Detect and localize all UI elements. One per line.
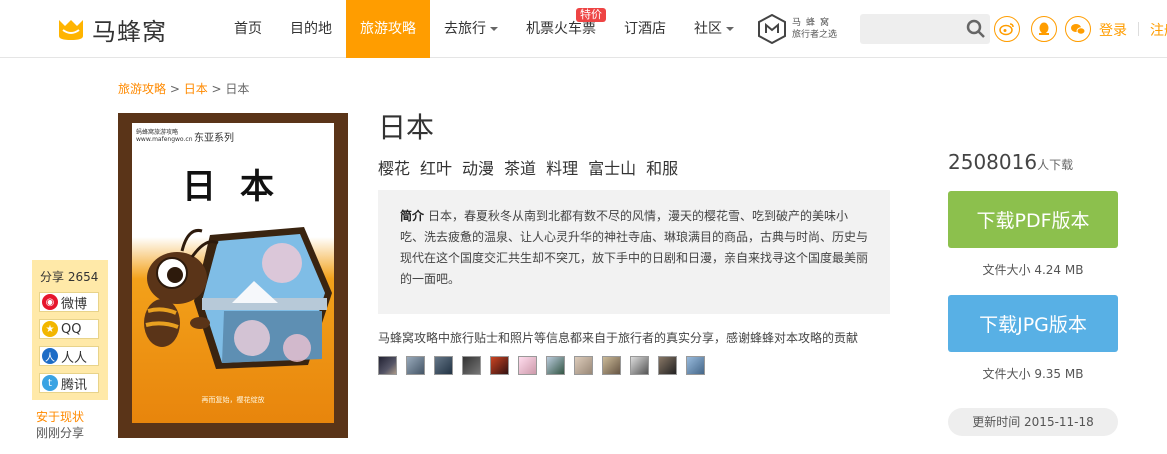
top-navigation-bar: 马蜂窝 首页 目的地 旅游攻略 去旅行 机票火车票 特价 订酒店 社区 马蜂窝 旅… — [0, 0, 1167, 58]
nav-flights-trains[interactable]: 机票火车票 特价 — [512, 0, 610, 58]
contributor-avatar[interactable] — [658, 356, 677, 375]
nav-destinations[interactable]: 目的地 — [276, 0, 346, 58]
contributor-avatar[interactable] — [686, 356, 705, 375]
weibo-icon[interactable] — [994, 16, 1020, 42]
cover-slogan: 再而复始，樱花绽放 — [201, 396, 265, 404]
login-link[interactable]: 登录 — [1099, 20, 1127, 40]
intro-text: 日本，春夏秋冬从南到北都有数不尽的风情，漫天的樱花雪、吃到破产的美味小吃、洗去疲… — [400, 209, 869, 286]
guide-tags: 樱花 红叶 动漫 茶道 料理 富士山 和服 — [378, 155, 678, 179]
share-tencent-label: 腾讯 — [61, 377, 88, 393]
share-count: 分享 2654 — [40, 270, 99, 284]
search-icon[interactable] — [966, 19, 986, 39]
download-count: 2508016人下载 — [948, 150, 1073, 174]
weibo-icon: ◉ — [42, 294, 58, 310]
breadcrumb-separator: > — [207, 82, 226, 96]
logo-text: 马蜂窝 — [92, 17, 167, 46]
breadcrumb-japan[interactable]: 日本 — [184, 82, 208, 96]
share-status-text: 刚刚分享 — [36, 426, 85, 440]
tag[interactable]: 和服 — [646, 155, 678, 179]
cover-title: 日本 — [182, 167, 298, 207]
breadcrumb: 旅游攻略 > 日本 > 日本 — [118, 80, 249, 97]
search-box — [860, 14, 990, 44]
brand-seal-line1: 马蜂窝 — [792, 18, 835, 28]
divider — [1138, 22, 1139, 36]
tag[interactable]: 茶道 — [504, 155, 536, 179]
search-input[interactable] — [860, 14, 960, 44]
contributor-avatar[interactable] — [378, 356, 397, 375]
cover-series: 东亚系列 — [194, 133, 234, 144]
tag[interactable]: 红叶 — [420, 155, 452, 179]
renren-icon: 人 — [42, 348, 58, 364]
tag[interactable]: 富士山 — [588, 155, 636, 179]
contributor-avatar[interactable] — [406, 356, 425, 375]
nav-hotels[interactable]: 订酒店 — [610, 0, 680, 58]
jpg-file-size: 文件大小 9.35 MB — [982, 367, 1084, 381]
share-qq-button[interactable]: ★ QQ — [39, 319, 99, 339]
tag[interactable]: 料理 — [546, 155, 578, 179]
pdf-file-size: 文件大小 4.24 MB — [982, 263, 1084, 277]
tag[interactable]: 动漫 — [462, 155, 494, 179]
intro-label: 简介 — [400, 209, 425, 223]
contributor-avatar[interactable] — [462, 356, 481, 375]
contributor-avatar[interactable] — [490, 356, 509, 375]
qq-zone-icon: ★ — [42, 321, 58, 337]
cover-artwork: 蚂蜂窝旅游攻略 www.mafengwo.cn 东亚系列 日本 再而复始，樱花绽… — [132, 123, 334, 423]
nav-community[interactable]: 社区 — [680, 0, 748, 58]
share-renren-button[interactable]: 人人人 — [39, 346, 99, 366]
tencent-weibo-icon: t — [42, 375, 58, 391]
breadcrumb-separator: > — [166, 82, 184, 96]
share-renren-label: 人人 — [61, 350, 88, 366]
contributor-avatar[interactable] — [574, 356, 593, 375]
nav-home-label: 首页 — [234, 21, 262, 37]
guide-intro: 简介 日本，春夏秋冬从南到北都有数不尽的风情，漫天的樱花雪、吃到破产的美味小吃、洗… — [378, 190, 890, 314]
share-weibo-label: 微博 — [61, 296, 88, 312]
qq-icon[interactable] — [1031, 16, 1057, 42]
breadcrumb-current: 日本 — [225, 82, 250, 96]
contributor-avatar[interactable] — [518, 356, 537, 375]
special-offer-badge: 特价 — [576, 8, 606, 22]
download-pdf-button[interactable]: 下载PDF版本 — [948, 191, 1118, 248]
share-tencent-button[interactable]: t 腾讯 — [39, 373, 99, 393]
nav-destinations-label: 目的地 — [290, 21, 332, 37]
register-link[interactable]: 注册 — [1150, 20, 1167, 40]
hexagon-logo-icon — [758, 14, 786, 44]
guide-cover-image[interactable]: 蚂蜂窝旅游攻略 www.mafengwo.cn 东亚系列 日本 再而复始，樱花绽… — [118, 113, 348, 438]
contributor-avatars — [378, 356, 705, 375]
download-count-number: 2508016 — [948, 150, 1038, 174]
nav-travel-guides-label: 旅游攻略 — [360, 21, 416, 37]
breadcrumb-travel-guides[interactable]: 旅游攻略 — [118, 82, 166, 96]
nav-go-travel[interactable]: 去旅行 — [430, 0, 512, 58]
main-nav: 首页 目的地 旅游攻略 去旅行 机票火车票 特价 订酒店 社区 — [220, 0, 748, 58]
source-note: 马蜂窝攻略中旅行贴士和照片等信息都来自于旅行者的真实分享，感谢蜂蜂对本攻略的贡献 — [378, 331, 859, 345]
chevron-down-icon — [726, 27, 734, 31]
nav-hotels-label: 订酒店 — [624, 21, 666, 37]
guide-title: 日本 — [378, 111, 435, 144]
cover-publisher: 蚂蜂窝旅游攻略 www.mafengwo.cn — [136, 129, 193, 143]
nav-go-travel-label: 去旅行 — [444, 21, 486, 37]
contributor-avatar[interactable] — [602, 356, 621, 375]
nav-travel-guides[interactable]: 旅游攻略 — [346, 0, 430, 58]
brand-seal-line2: 旅行者之选 — [792, 30, 838, 40]
nav-community-label: 社区 — [694, 21, 722, 37]
share-status-link[interactable]: 安于现状 — [36, 408, 84, 425]
wechat-icon[interactable] — [1065, 16, 1091, 42]
share-qq-label: QQ — [61, 321, 82, 337]
download-jpg-button[interactable]: 下载JPG版本 — [948, 295, 1118, 352]
contributor-avatar[interactable] — [434, 356, 453, 375]
tag[interactable]: 樱花 — [378, 155, 410, 179]
nav-flights-trains-label: 机票火车票 — [526, 21, 596, 37]
brand-seal: 马蜂窝 旅行者之选 — [758, 12, 837, 46]
site-logo[interactable]: 马蜂窝 — [56, 14, 167, 46]
share-weibo-button[interactable]: ◉ 微博 — [39, 292, 99, 312]
download-count-unit: 人下载 — [1037, 158, 1074, 172]
contributor-avatar[interactable] — [630, 356, 649, 375]
nav-home[interactable]: 首页 — [220, 0, 276, 58]
chevron-down-icon — [490, 27, 498, 31]
update-time: 更新时间 2015-11-18 — [948, 408, 1118, 436]
contributor-avatar[interactable] — [546, 356, 565, 375]
logo-icon — [59, 20, 83, 40]
share-panel: 分享 2654 ◉ 微博 ★ QQ 人人人 t 腾讯 — [32, 260, 108, 400]
